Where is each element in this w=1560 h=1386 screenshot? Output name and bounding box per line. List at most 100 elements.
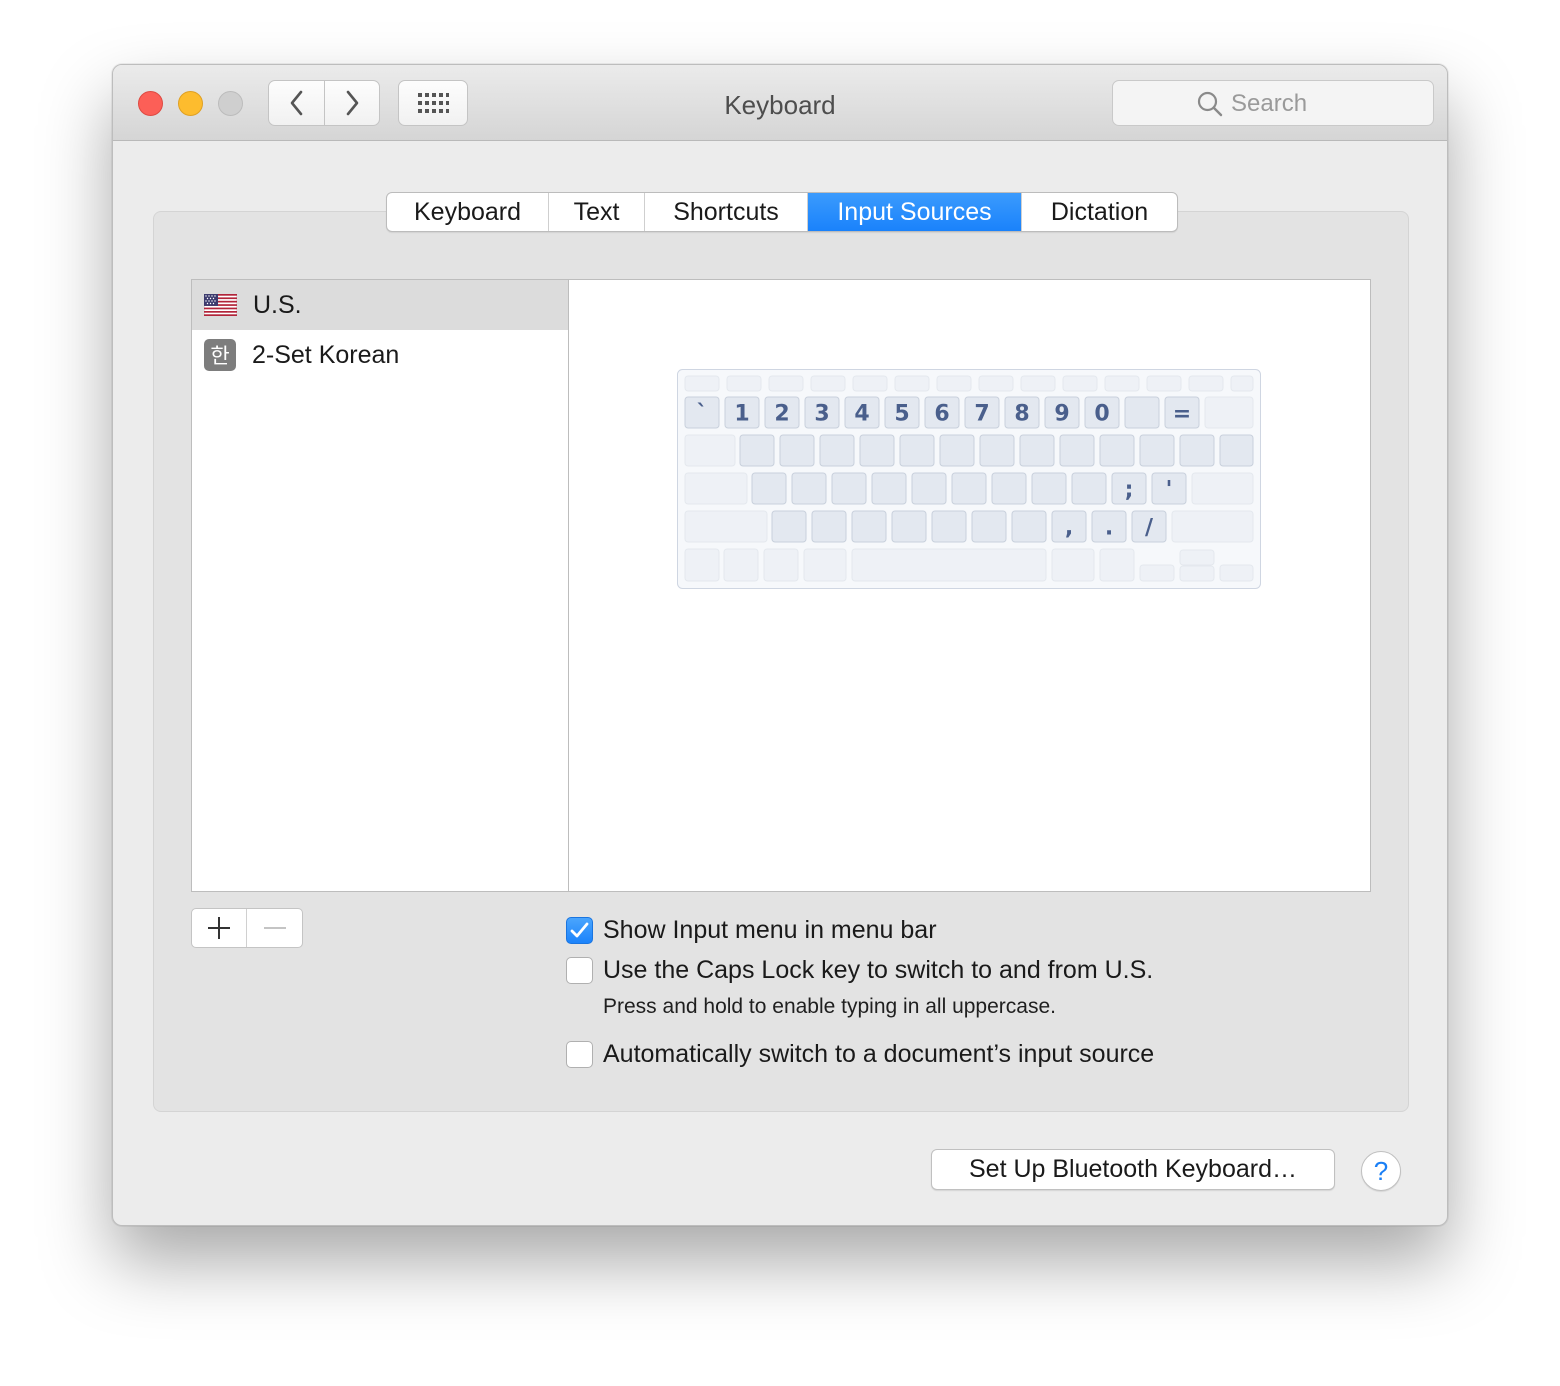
caps-lock-key	[684, 472, 748, 505]
letter-key	[911, 472, 947, 505]
minus-icon	[263, 927, 286, 929]
letter-key	[851, 510, 887, 543]
arrow-left-key	[1139, 564, 1175, 582]
fn-key	[684, 548, 720, 582]
show-input-menu-checkbox[interactable]	[566, 917, 593, 944]
function-key	[894, 375, 930, 392]
letter-key	[939, 434, 975, 467]
letter-key	[991, 472, 1027, 505]
letter-key	[831, 472, 867, 505]
keyboard-preferences-window: Keyboard Keyboard Text Shortcuts Input S…	[112, 64, 1448, 1226]
space-bar	[851, 548, 1047, 582]
help-button[interactable]: ?	[1361, 1151, 1401, 1191]
title-bar: Keyboard	[113, 65, 1447, 141]
search-field[interactable]	[1112, 80, 1434, 126]
list-item-us[interactable]: U.S.	[192, 280, 568, 330]
key-label: 9	[1054, 402, 1069, 427]
letter-key	[791, 472, 827, 505]
key-label: =	[1173, 402, 1191, 427]
control-key	[723, 548, 759, 582]
set-up-bluetooth-keyboard-button[interactable]: Set Up Bluetooth Keyboard…	[931, 1149, 1335, 1190]
option-label: Automatically switch to a document’s inp…	[603, 1040, 1155, 1068]
auto-switch-checkbox[interactable]	[566, 1041, 593, 1068]
caps-lock-hint: Press and hold to enable typing in all u…	[603, 995, 1056, 1018]
command-key	[1051, 548, 1095, 582]
return-key	[1191, 472, 1254, 505]
letter-key	[739, 434, 775, 467]
function-key	[684, 375, 720, 392]
remove-source-button[interactable]	[247, 909, 302, 947]
tab-shortcuts[interactable]: Shortcuts	[645, 193, 808, 231]
add-source-button[interactable]	[192, 909, 248, 947]
letter-key	[779, 434, 815, 467]
tab-dictation[interactable]: Dictation	[1022, 193, 1177, 231]
letter-key	[1179, 434, 1215, 467]
function-key	[936, 375, 972, 392]
option-key	[763, 548, 799, 582]
command-key	[803, 548, 847, 582]
delete-key	[1204, 396, 1254, 429]
list-item-korean[interactable]: 한 2-Set Korean	[192, 330, 568, 380]
korean-icon: 한	[204, 339, 236, 371]
letter-key	[979, 434, 1015, 467]
caps-lock-switch-checkbox[interactable]	[566, 957, 593, 984]
letter-key	[891, 510, 927, 543]
letter-key	[931, 510, 967, 543]
function-key	[1104, 375, 1140, 392]
backslash-key	[1219, 434, 1254, 467]
function-key	[1146, 375, 1182, 392]
key-label: 5	[894, 402, 909, 427]
letter-key	[899, 434, 935, 467]
list-item-label: U.S.	[253, 290, 302, 319]
us-flag-icon	[204, 294, 237, 316]
keyboard-layout-illustration: ` 1 2 3 4 5 6 7 8 9 0 =; ',. /	[677, 369, 1261, 589]
option-label: Use the Caps Lock key to switch to and f…	[603, 956, 1154, 984]
function-key	[810, 375, 846, 392]
shift-key	[1171, 510, 1254, 543]
tab-input-sources[interactable]: Input Sources	[808, 193, 1022, 231]
shift-key	[684, 510, 768, 543]
number-row-key	[1124, 396, 1160, 429]
key-label: 8	[1014, 402, 1029, 427]
key-label: /	[1145, 516, 1154, 541]
key-label: '	[1166, 478, 1173, 503]
letter-key	[1011, 510, 1047, 543]
tab-text[interactable]: Text	[549, 193, 645, 231]
input-source-list[interactable]: U.S. 한 2-Set Korean	[191, 279, 568, 892]
function-key	[726, 375, 762, 392]
key-label: 6	[934, 402, 949, 427]
key-label: 1	[734, 402, 749, 427]
option-caps-lock-switch[interactable]: Use the Caps Lock key to switch to and f…	[566, 956, 1153, 985]
letter-key	[971, 510, 1007, 543]
key-label: 2	[774, 402, 789, 427]
option-show-input-menu[interactable]: Show Input menu in menu bar	[566, 916, 937, 945]
function-key	[1188, 375, 1224, 392]
letter-key	[871, 472, 907, 505]
key-label: ;	[1125, 478, 1134, 503]
search-icon	[1197, 91, 1223, 117]
key-label: .	[1105, 516, 1113, 541]
option-key	[1099, 548, 1135, 582]
key-label: 0	[1094, 402, 1109, 427]
function-key	[1020, 375, 1056, 392]
key-label: `	[697, 402, 708, 427]
arrow-down-key	[1179, 565, 1215, 582]
letter-key	[1139, 434, 1175, 467]
function-key	[1062, 375, 1098, 392]
tab-key	[684, 434, 736, 467]
letter-key	[1071, 472, 1107, 505]
list-item-label: 2-Set Korean	[252, 340, 400, 369]
keyboard-layout-preview: ` 1 2 3 4 5 6 7 8 9 0 =; ',. /	[568, 279, 1371, 892]
letter-key	[1019, 434, 1055, 467]
function-key	[852, 375, 888, 392]
tab-bar: Keyboard Text Shortcuts Input Sources Di…	[386, 192, 1178, 232]
search-input[interactable]	[1231, 89, 1421, 119]
key-label: 3	[814, 402, 829, 427]
tab-keyboard[interactable]: Keyboard	[387, 193, 549, 231]
function-key	[978, 375, 1014, 392]
option-auto-switch[interactable]: Automatically switch to a document’s inp…	[566, 1040, 1154, 1069]
letter-key	[819, 434, 855, 467]
letter-key	[751, 472, 787, 505]
function-key	[768, 375, 804, 392]
checkmark-icon	[570, 922, 589, 938]
